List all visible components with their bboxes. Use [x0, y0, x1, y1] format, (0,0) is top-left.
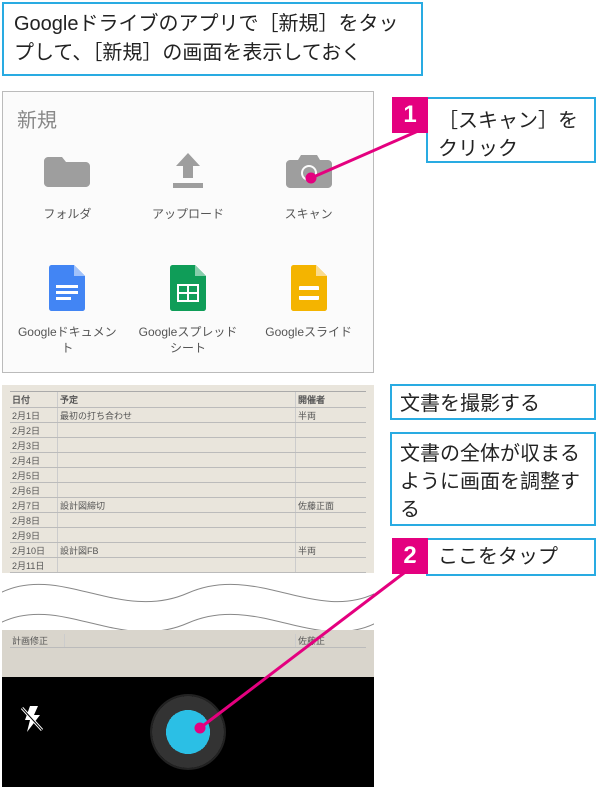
camera-icon [282, 143, 336, 197]
new-dialog-grid: フォルダ アップロード スキャン Googleドキュメン ト Googleスプレ [7, 143, 369, 371]
callout-note-adjust: 文書の全体が収まるように画面を調整する [390, 432, 596, 526]
slides-icon [282, 261, 336, 315]
new-item-folder[interactable]: フォルダ [7, 143, 128, 253]
new-item-label: Googleスプレッド シート [139, 325, 238, 356]
folder-icon [40, 143, 94, 197]
new-item-scan[interactable]: スキャン [248, 143, 369, 253]
camera-preview-area: 日付予定開催者2月1日最初の打ち合わせ半両2月2日2月3日2月4日2月5日2月6… [2, 385, 374, 787]
callout-step-1: 1 ［スキャン］をクリック [426, 97, 596, 163]
shutter-button[interactable] [152, 696, 224, 768]
camera-controls-bar [2, 677, 374, 787]
top-instruction: Googleドライブのアプリで［新規］をタップして、［新規］の画面を表示しておく [2, 2, 423, 76]
new-item-slides[interactable]: Googleスライド [248, 261, 369, 371]
callout-step-2: 2 ここをタップ [426, 538, 596, 576]
flash-off-button[interactable] [20, 704, 46, 739]
new-item-sheets[interactable]: Googleスプレッド シート [128, 261, 249, 371]
document-table-bottom: 計画修正佐藤正 [10, 634, 366, 648]
new-item-label: フォルダ [43, 207, 91, 223]
new-dialog-title: 新規 [7, 102, 369, 143]
new-item-label: Googleスライド [265, 325, 352, 341]
new-dialog: 新規 フォルダ アップロード スキャン Googleドキュメン ト [2, 91, 374, 373]
new-item-label: アップロード [152, 207, 224, 223]
callout-note-capture: 文書を撮影する [390, 384, 596, 420]
new-item-upload[interactable]: アップロード [128, 143, 249, 253]
step-2-number: 2 [392, 538, 428, 574]
new-item-label: スキャン [285, 207, 333, 223]
step-1-text: ［スキャン］をクリック [438, 110, 578, 160]
upload-icon [161, 143, 215, 197]
step-2-text: ここをタップ [438, 543, 558, 571]
sheets-icon [161, 261, 215, 315]
document-table: 日付予定開催者2月1日最初の打ち合わせ半両2月2日2月3日2月4日2月5日2月6… [10, 391, 366, 588]
new-item-docs[interactable]: Googleドキュメン ト [7, 261, 128, 371]
step-1-number: 1 [392, 97, 428, 133]
docs-icon [40, 261, 94, 315]
new-item-label: Googleドキュメン ト [18, 325, 117, 356]
